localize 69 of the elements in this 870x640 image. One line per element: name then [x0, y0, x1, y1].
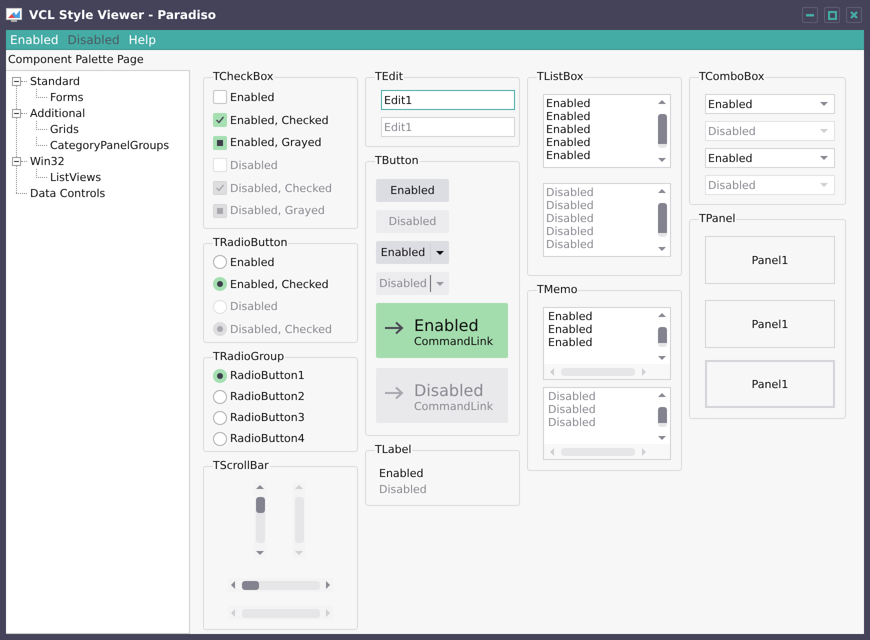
window-title: VCL Style Viewer - Paradiso — [29, 8, 216, 22]
tree-item[interactable]: ListViews — [50, 170, 102, 184]
panel: Panel1 — [705, 300, 835, 348]
tree-item[interactable]: Additional — [30, 106, 86, 120]
checkbox[interactable] — [213, 90, 227, 104]
close-button[interactable] — [846, 7, 862, 23]
maximize-icon — [828, 10, 836, 20]
list-item[interactable]: Enabled — [546, 123, 654, 136]
tree-item[interactable]: Forms — [50, 90, 84, 104]
memo-line: Disabled — [548, 390, 597, 403]
maximize-button[interactable] — [824, 7, 840, 23]
radio-button[interactable] — [213, 410, 227, 424]
radio-label: Disabled — [230, 300, 278, 314]
close-icon — [850, 11, 858, 19]
memo-line: Enabled — [548, 310, 594, 323]
memo-line: Disabled — [548, 416, 597, 429]
radio-label: RadioButton3 — [230, 411, 305, 424]
command-link-button[interactable]: Enabled CommandLink — [376, 303, 508, 358]
radio-button[interactable] — [213, 277, 227, 292]
checkbox-label: Enabled, Checked — [230, 114, 329, 127]
collapse-icon[interactable] — [12, 156, 21, 166]
memo-line: Enabled — [548, 323, 594, 336]
memo-box[interactable]: Enabled Enabled Enabled — [543, 307, 671, 380]
memo-line: Disabled — [548, 403, 597, 416]
combo-box[interactable]: Enabled — [705, 148, 835, 168]
radio-button[interactable] — [213, 255, 227, 270]
radio-button[interactable] — [213, 390, 227, 404]
tree-item[interactable]: Data Controls — [30, 186, 106, 200]
radio-label: Disabled, Checked — [230, 322, 332, 336]
collapse-icon[interactable] — [12, 108, 21, 118]
group-title: TRadioGroup — [213, 350, 286, 364]
combo-box[interactable]: Enabled — [705, 94, 835, 114]
panel: Panel1 — [705, 360, 835, 408]
radio-button[interactable] — [213, 432, 227, 446]
radio-button[interactable] — [213, 368, 227, 382]
palette-label: Component Palette Page — [7, 52, 145, 68]
label-text: Disabled — [379, 482, 428, 498]
list-item[interactable]: Enabled — [546, 149, 654, 162]
tree-item[interactable]: Grids — [50, 122, 79, 136]
tree-item[interactable]: Standard — [30, 74, 80, 88]
minimize-icon — [806, 11, 814, 19]
checkbox-label: Disabled, Checked — [230, 182, 332, 195]
checkbox-label: Enabled — [230, 90, 274, 104]
minimize-button[interactable] — [802, 7, 818, 23]
app-icon — [6, 8, 22, 22]
tree-item[interactable]: Win32 — [30, 154, 65, 168]
list-item[interactable]: Enabled — [546, 110, 654, 123]
list-item[interactable]: Enabled — [546, 97, 654, 110]
radio-label: RadioButton2 — [230, 390, 305, 403]
horizontal-scrollbar[interactable] — [544, 364, 670, 379]
radio-label: RadioButton4 — [230, 432, 305, 445]
checkbox[interactable] — [213, 136, 227, 150]
checkbox-label: Disabled — [230, 158, 278, 172]
split-button[interactable]: Enabled — [376, 241, 449, 264]
list-item[interactable]: Enabled — [546, 136, 654, 149]
checkbox-label: Enabled, Grayed — [230, 136, 322, 150]
collapse-icon[interactable] — [12, 76, 21, 86]
arrow-icon — [384, 386, 404, 400]
tree-item[interactable]: CategoryPanelGroups — [50, 138, 170, 152]
radio-label: Enabled, Checked — [230, 278, 329, 291]
checkbox-label: Disabled, Grayed — [230, 204, 325, 218]
radio-label: RadioButton1 — [230, 369, 305, 382]
text-field[interactable]: Edit1 — [381, 90, 515, 110]
memo-line: Enabled — [548, 336, 594, 349]
label-text: Enabled — [379, 466, 424, 482]
arrow-icon — [384, 321, 404, 335]
radio-label: Enabled — [230, 256, 274, 269]
push-button[interactable]: Enabled — [376, 179, 449, 202]
panel: Panel1 — [705, 236, 835, 284]
